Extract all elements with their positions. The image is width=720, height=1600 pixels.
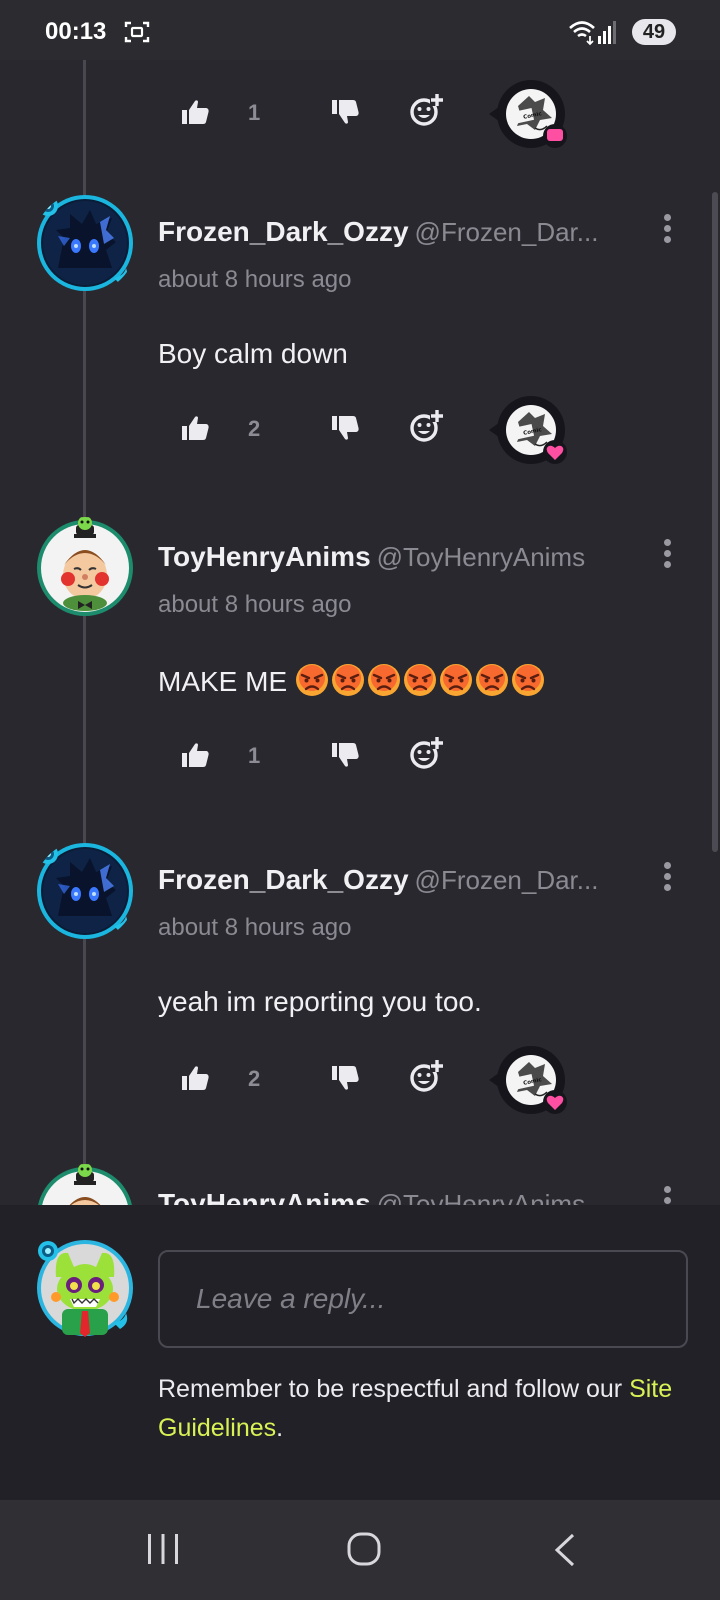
emoji-row bbox=[295, 666, 547, 697]
current-user-avatar[interactable] bbox=[34, 1237, 136, 1339]
add-reaction-icon[interactable] bbox=[408, 92, 444, 128]
more-options-button[interactable] bbox=[660, 862, 674, 898]
back-icon[interactable] bbox=[552, 1532, 578, 1568]
thumbs-down-icon[interactable] bbox=[330, 741, 360, 769]
timestamp: about 8 hours ago bbox=[158, 914, 352, 941]
comment-text: yeah im reporting you too. bbox=[158, 986, 482, 1017]
wifi-signal-icon bbox=[569, 21, 616, 46]
comment-thread[interactable]: 1 Frozen_Dark_Ozzy @Frozen_Dar... about 8… bbox=[0, 60, 720, 1205]
add-reaction-icon[interactable] bbox=[408, 735, 444, 771]
username-text: ToyHenryAnims bbox=[158, 541, 371, 572]
add-reaction-icon[interactable] bbox=[408, 1058, 444, 1094]
screenshot-icon bbox=[124, 21, 150, 43]
user-handle: @Frozen_Dar... bbox=[414, 865, 599, 895]
username[interactable]: ToyHenryAnims @ToyHenryAnims bbox=[158, 1188, 585, 1205]
angry-face-icon bbox=[295, 663, 329, 697]
more-options-button[interactable] bbox=[660, 539, 674, 575]
scrollbar[interactable] bbox=[712, 192, 718, 852]
username[interactable]: Frozen_Dark_Ozzy @Frozen_Dar... bbox=[158, 864, 598, 896]
guidelines-period: . bbox=[276, 1414, 284, 1442]
navigation-bar bbox=[0, 1500, 720, 1600]
guidelines-note: Remember to be respectful and follow our… bbox=[158, 1370, 698, 1448]
like-count: 1 bbox=[248, 100, 261, 125]
username[interactable]: ToyHenryAnims @ToyHenryAnims bbox=[158, 541, 585, 573]
status-bar: 00:13 49 bbox=[0, 0, 720, 60]
username-text: Frozen_Dark_Ozzy bbox=[158, 216, 409, 247]
username-text: Frozen_Dark_Ozzy bbox=[158, 864, 409, 895]
username[interactable]: Frozen_Dark_Ozzy @Frozen_Dar... bbox=[158, 216, 598, 248]
comment-actions: 1 bbox=[180, 733, 600, 777]
comment-text: Boy calm down bbox=[158, 338, 348, 369]
like-count: 2 bbox=[248, 416, 261, 441]
thumbs-down-icon[interactable] bbox=[330, 98, 360, 126]
home-icon[interactable] bbox=[346, 1531, 382, 1567]
thumbs-up-icon[interactable] bbox=[180, 741, 210, 769]
angry-face-icon bbox=[511, 663, 545, 697]
user-handle: @ToyHenryAnims bbox=[376, 1189, 586, 1205]
like-count: 1 bbox=[248, 743, 261, 768]
comment-actions: 2 bbox=[180, 406, 600, 450]
avatar[interactable] bbox=[34, 840, 136, 942]
user-handle: @ToyHenryAnims bbox=[376, 542, 586, 572]
angry-face-icon bbox=[439, 663, 473, 697]
status-time: 00:13 bbox=[45, 18, 107, 45]
thumbs-down-icon[interactable] bbox=[330, 1064, 360, 1092]
timestamp: about 8 hours ago bbox=[158, 591, 352, 618]
reply-composer: Remember to be respectful and follow our… bbox=[0, 1205, 720, 1500]
reaction-chip[interactable] bbox=[475, 1044, 571, 1116]
angry-face-icon bbox=[475, 663, 509, 697]
angry-face-icon bbox=[367, 663, 401, 697]
recents-icon[interactable] bbox=[146, 1532, 180, 1566]
battery-indicator: 49 bbox=[632, 19, 676, 45]
angry-face-icon bbox=[403, 663, 437, 697]
comment-text: MAKE ME bbox=[158, 663, 547, 698]
avatar[interactable] bbox=[34, 1164, 136, 1205]
avatar[interactable] bbox=[34, 192, 136, 294]
thumbs-up-icon[interactable] bbox=[180, 414, 210, 442]
like-count: 2 bbox=[248, 1066, 261, 1091]
add-reaction-icon[interactable] bbox=[408, 408, 444, 444]
timestamp: about 8 hours ago bbox=[158, 266, 352, 293]
avatar[interactable] bbox=[34, 517, 136, 619]
reply-input[interactable] bbox=[158, 1250, 688, 1348]
comment-text-body: MAKE ME bbox=[158, 666, 288, 697]
angry-face-icon bbox=[331, 663, 365, 697]
reaction-chip[interactable] bbox=[475, 78, 571, 150]
more-options-button[interactable] bbox=[660, 1186, 674, 1205]
thumbs-up-icon[interactable] bbox=[180, 98, 210, 126]
username-text: ToyHenryAnims bbox=[158, 1188, 371, 1205]
guidelines-text: Remember to be respectful and follow our bbox=[158, 1375, 630, 1403]
comment-actions: 2 bbox=[180, 1056, 600, 1100]
thumbs-up-icon[interactable] bbox=[180, 1064, 210, 1092]
reaction-chip[interactable] bbox=[475, 394, 571, 466]
more-options-button[interactable] bbox=[660, 214, 674, 250]
user-handle: @Frozen_Dar... bbox=[414, 217, 599, 247]
thumbs-down-icon[interactable] bbox=[330, 414, 360, 442]
message-reaction-icon bbox=[547, 129, 563, 141]
comment-actions: 1 bbox=[180, 90, 600, 134]
